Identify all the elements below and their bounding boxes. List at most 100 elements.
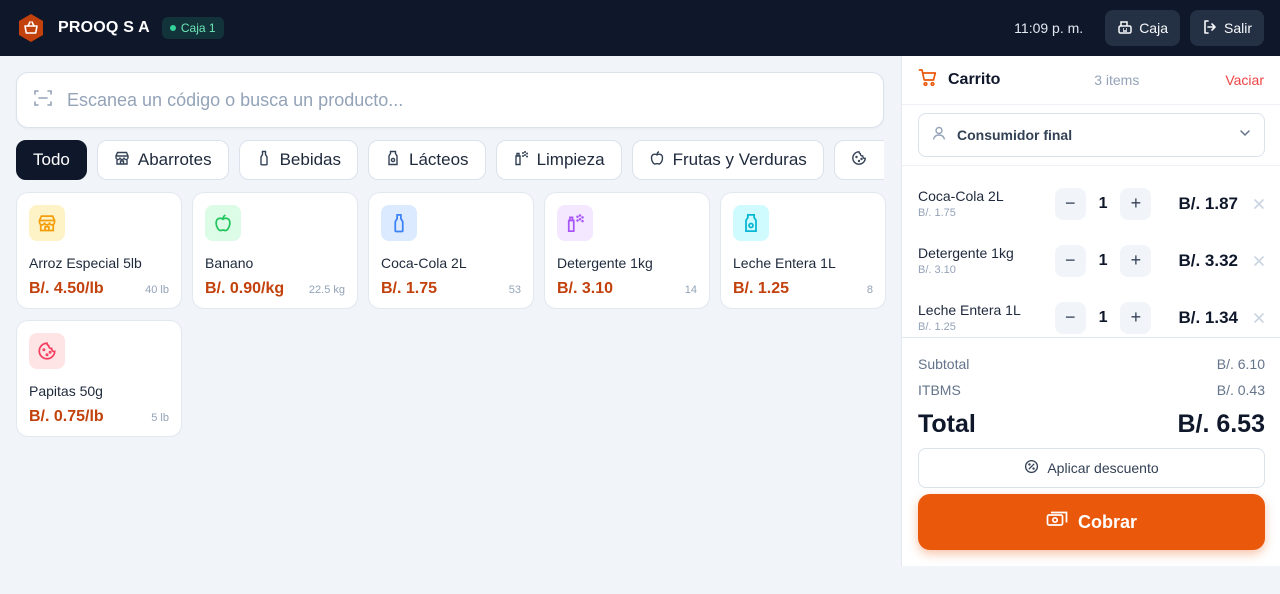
product-card[interactable]: Arroz Especial 5lb B/. 4.50/lb 40 lb xyxy=(16,192,182,309)
product-price: B/. 1.25 xyxy=(733,280,790,297)
category-tab-abarrotes[interactable]: Abarrotes xyxy=(96,140,229,180)
cash-register-button[interactable]: Caja xyxy=(1105,10,1180,46)
decrease-quantity-button[interactable]: − xyxy=(1054,301,1086,334)
spray-icon xyxy=(557,205,593,241)
cart-items: Coca-Cola 2L B/. 1.75 − 1 + B/. 1.87 Det… xyxy=(918,175,1265,346)
increase-quantity-button[interactable]: + xyxy=(1120,187,1152,220)
cart-item-count: 3 items xyxy=(1094,72,1140,88)
tax-row: ITBMS B/. 0.43 xyxy=(918,382,1265,398)
category-label: Abarrotes xyxy=(137,150,212,169)
register-badge: Caja 1 xyxy=(161,17,224,39)
clear-cart-button[interactable]: Vaciar xyxy=(1225,72,1264,88)
product-name: Coca-Cola 2L xyxy=(381,255,467,271)
cart-panel: Carrito 3 items Vaciar Consumidor final … xyxy=(901,56,1280,566)
product-price: B/. 0.75/lb xyxy=(29,408,104,425)
total-label: Total xyxy=(918,410,976,438)
subtotal-value: B/. 6.10 xyxy=(1216,356,1265,372)
top-bar: PROOQ S A Caja 1 11:09 p. m. Caja Salir xyxy=(0,0,1280,56)
product-card[interactable]: Coca-Cola 2L B/. 1.75 53 xyxy=(368,192,534,309)
logout-label: Salir xyxy=(1223,20,1252,36)
product-name: Banano xyxy=(205,255,254,271)
cart-item-total: B/. 1.87 xyxy=(1178,193,1239,213)
product-stock: 53 xyxy=(508,284,521,296)
cart-header: Carrito 3 items Vaciar xyxy=(902,56,1280,105)
category-label: Bebidas xyxy=(279,150,342,169)
product-name: Papitas 50g xyxy=(29,383,103,399)
cart-title: Carrito xyxy=(948,71,1001,88)
category-label: Frutas y Verduras xyxy=(672,150,807,169)
charge-button[interactable]: Cobrar xyxy=(918,494,1265,550)
remove-item-button[interactable] xyxy=(1238,255,1265,267)
logout-button[interactable]: Salir xyxy=(1189,10,1264,46)
user-icon xyxy=(931,125,947,146)
cookie-icon xyxy=(29,333,65,369)
product-name: Arroz Especial 5lb xyxy=(29,255,142,271)
product-stock: 14 xyxy=(684,284,697,296)
cash-register-label: Caja xyxy=(1139,20,1168,36)
decrease-quantity-button[interactable]: − xyxy=(1054,187,1086,220)
product-stock: 22.5 kg xyxy=(308,284,345,296)
cart-item-name: Leche Entera 1L xyxy=(918,302,1021,318)
cart-item-unit-price: B/. 1.75 xyxy=(918,207,956,219)
increase-quantity-button[interactable]: + xyxy=(1120,244,1152,277)
cart-item-unit-price: B/. 1.25 xyxy=(918,321,956,333)
close-icon xyxy=(1254,255,1264,266)
cart-item-total: B/. 1.34 xyxy=(1178,307,1239,327)
store-icon xyxy=(29,205,65,241)
category-tab-lacteos[interactable]: Lácteos xyxy=(368,140,486,180)
cart-icon xyxy=(918,68,938,93)
product-card[interactable]: Banano B/. 0.90/kg 22.5 kg xyxy=(192,192,358,309)
apply-discount-button[interactable]: Aplicar descuento xyxy=(918,448,1265,488)
cart-item: Coca-Cola 2L B/. 1.75 − 1 + B/. 1.87 xyxy=(918,175,1265,232)
close-icon xyxy=(1254,312,1264,323)
total-value: B/. 6.53 xyxy=(1177,410,1265,438)
subtotal-row: Subtotal B/. 6.10 xyxy=(918,356,1265,372)
cash-icon xyxy=(1046,511,1068,534)
search-input[interactable] xyxy=(67,89,827,111)
brand-name: PROOQ S A xyxy=(58,19,150,36)
status-dot-icon xyxy=(169,25,176,31)
product-grid: Arroz Especial 5lb B/. 4.50/lb 40 lb Bana… xyxy=(16,192,886,437)
category-tab-todo[interactable]: Todo xyxy=(16,140,87,180)
minus-icon: − xyxy=(1065,307,1076,327)
plus-icon: + xyxy=(1130,193,1142,213)
category-tab-bebidas[interactable]: Bebidas xyxy=(238,140,359,180)
percent-icon xyxy=(1024,459,1039,477)
logout-icon xyxy=(1202,19,1218,38)
apple-icon xyxy=(205,205,241,241)
decrease-quantity-button[interactable]: − xyxy=(1054,244,1086,277)
product-card[interactable]: Leche Entera 1L B/. 1.25 8 xyxy=(720,192,886,309)
increase-quantity-button[interactable]: + xyxy=(1120,301,1152,334)
category-tab-frutas-verduras[interactable]: Frutas y Verduras xyxy=(631,140,824,180)
product-card[interactable]: Detergente 1kg B/. 3.10 14 xyxy=(544,192,710,309)
minus-icon: − xyxy=(1065,193,1076,213)
milk-icon xyxy=(385,150,401,171)
cart-item-total: B/. 3.32 xyxy=(1178,250,1239,270)
product-stock: 8 xyxy=(866,284,873,296)
category-tab-limpieza[interactable]: Limpieza xyxy=(495,140,622,180)
product-search xyxy=(16,72,884,128)
category-label: Limpieza xyxy=(536,150,605,169)
category-label: Todo xyxy=(33,150,70,169)
customer-select[interactable]: Consumidor final xyxy=(918,113,1265,157)
cart-item-unit-price: B/. 3.10 xyxy=(918,264,956,276)
tax-label: ITBMS xyxy=(918,382,961,398)
basket-logo-icon xyxy=(16,13,46,43)
remove-item-button[interactable] xyxy=(1238,198,1265,210)
plus-icon: + xyxy=(1130,307,1142,327)
tax-value: B/. 0.43 xyxy=(1216,382,1265,398)
store-icon xyxy=(114,150,130,171)
clock: 11:09 p. m. xyxy=(1014,20,1084,36)
product-card[interactable]: Papitas 50g B/. 0.75/lb 5 lb xyxy=(16,320,182,437)
cookie-icon xyxy=(851,150,867,171)
chevron-down-icon xyxy=(1238,126,1252,145)
category-tab-snacks[interactable] xyxy=(833,140,884,180)
total-row: Total B/. 6.53 xyxy=(918,410,1265,439)
product-price: B/. 1.75 xyxy=(381,280,438,297)
spray-icon xyxy=(513,150,529,171)
charge-label: Cobrar xyxy=(1077,511,1137,532)
product-stock: 5 lb xyxy=(151,412,169,424)
apply-discount-label: Aplicar descuento xyxy=(1047,460,1159,476)
register-icon xyxy=(1117,19,1133,38)
remove-item-button[interactable] xyxy=(1238,312,1265,324)
